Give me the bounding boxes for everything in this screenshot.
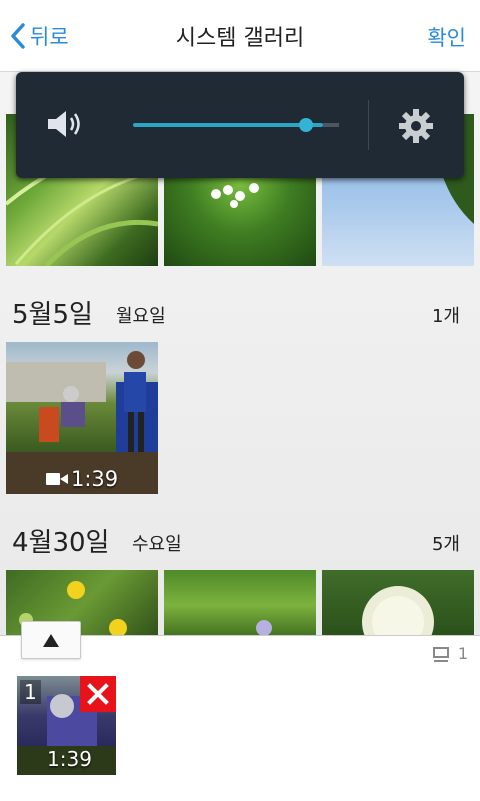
- section-weekday: 수요일: [132, 534, 182, 555]
- close-icon: [87, 683, 109, 705]
- photo-thumb[interactable]: [164, 570, 316, 635]
- selected-index: 1: [20, 680, 41, 704]
- selected-thumb[interactable]: 1 1:39: [17, 676, 116, 775]
- video-duration: 1:39: [71, 467, 119, 491]
- section-weekday: 월요일: [116, 306, 166, 327]
- section-count: 1개: [431, 306, 460, 327]
- speaker-icon[interactable]: [46, 108, 84, 140]
- remove-selection-button[interactable]: [80, 676, 116, 712]
- confirm-button[interactable]: 확인: [427, 22, 466, 52]
- top-bar: 뒤로 시스템 갤러리 확인: [0, 0, 480, 72]
- volume-slider-thumb[interactable]: [299, 118, 313, 132]
- section-count: 5개: [431, 534, 460, 555]
- volume-slider-track[interactable]: [323, 123, 339, 127]
- video-camera-icon: [46, 473, 68, 485]
- selection-icon: [432, 646, 449, 662]
- expand-tray-button[interactable]: [21, 621, 81, 659]
- photo-thumb[interactable]: [322, 570, 474, 635]
- video-thumb[interactable]: 1:39: [6, 342, 158, 494]
- selected-count-label: 1: [457, 644, 468, 663]
- selected-duration: 1:39: [47, 747, 92, 771]
- video-indicator: 1:39: [46, 467, 118, 491]
- divider: [368, 100, 369, 150]
- section-date: 4월30일: [12, 528, 110, 558]
- gear-icon[interactable]: [398, 108, 434, 144]
- volume-panel: [16, 72, 464, 178]
- volume-slider-fill[interactable]: [133, 123, 323, 127]
- triangle-up-icon: [43, 634, 59, 647]
- selected-count: 1: [432, 644, 468, 663]
- section-date: 5월5일: [12, 300, 93, 330]
- page-title: 시스템 갤러리: [175, 26, 305, 51]
- selection-tray: 1 1 1:39: [0, 621, 480, 801]
